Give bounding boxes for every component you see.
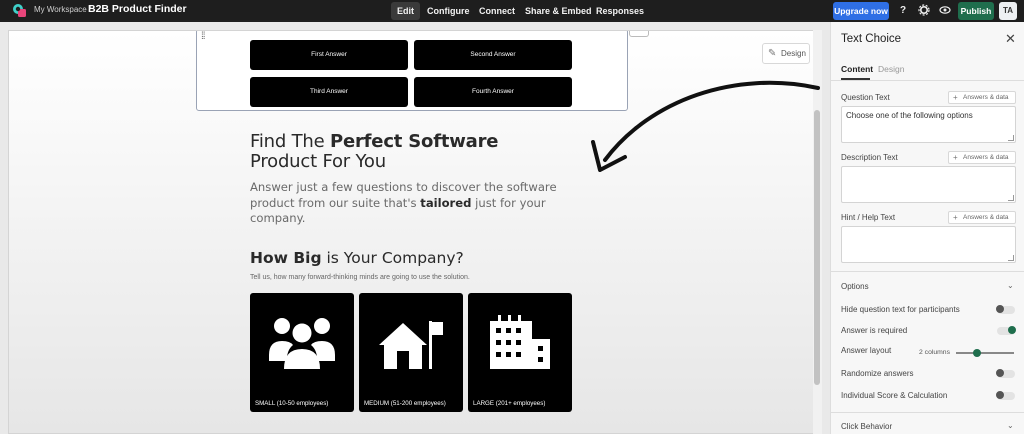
size-card-label: SMALL (10-50 employees) — [255, 400, 329, 407]
nav-configure[interactable]: Configure — [421, 2, 476, 20]
page-subheading: Answer just a few questions to discover … — [250, 180, 557, 225]
properties-panel: Text Choice ✕ Content Design Question Te… — [830, 22, 1024, 434]
hint-text-label: Hint / Help Text — [841, 213, 896, 222]
answer-layout-slider[interactable] — [956, 352, 1014, 354]
required-label: Answer is required — [841, 326, 908, 335]
block-toolbar-tab[interactable] — [629, 31, 649, 37]
size-card-label: MEDIUM (51-200 employees) — [364, 400, 446, 407]
avatar[interactable]: TA — [999, 2, 1017, 20]
question-text-label: Question Text — [841, 93, 890, 102]
tab-design[interactable]: Design — [878, 64, 904, 74]
section-divider — [831, 412, 1024, 413]
question-title[interactable]: How Big is Your Company? — [250, 249, 464, 267]
app-logo-icon[interactable] — [12, 3, 28, 19]
answer-layout-value: 2 columns — [919, 349, 950, 356]
chevron-down-icon[interactable]: ⌄ — [1007, 281, 1014, 290]
top-bar: My Workspace / B2B Product Finder Edit C… — [0, 0, 1024, 22]
tab-content[interactable]: Content — [841, 64, 873, 74]
score-toggle[interactable] — [996, 391, 1015, 400]
pencil-icon: ✎ — [768, 48, 777, 59]
hint-text-input[interactable] — [841, 226, 1016, 263]
gear-icon[interactable] — [917, 4, 931, 18]
upgrade-button[interactable]: Upgrade now — [833, 2, 889, 20]
size-card-large[interactable]: LARGE (201+ employees) — [468, 293, 572, 412]
answer-button[interactable]: First Answer — [250, 40, 408, 70]
nav-share-embed[interactable]: Share & Embed — [519, 2, 598, 20]
house-flag-icon — [379, 321, 443, 369]
score-label: Individual Score & Calculation — [841, 391, 948, 400]
description-text-label: Description Text — [841, 153, 898, 162]
people-group-icon — [269, 318, 335, 369]
size-card-label: LARGE (201+ employees) — [473, 400, 546, 407]
size-card-small[interactable]: SMALL (10-50 employees) — [250, 293, 354, 412]
building-icon — [490, 315, 550, 369]
chevron-down-icon[interactable]: ⌄ — [1007, 421, 1014, 430]
plus-icon: + — [953, 93, 958, 102]
answer-layout-label: Answer layout — [841, 346, 892, 355]
answer-button[interactable]: Third Answer — [250, 77, 408, 107]
randomize-toggle[interactable] — [996, 369, 1015, 378]
required-toggle[interactable] — [997, 326, 1016, 335]
answers-data-button[interactable]: + Answers & data — [948, 91, 1016, 104]
hide-question-label: Hide question text for participants — [841, 305, 960, 314]
design-button-label: Design — [781, 49, 806, 58]
nav-edit[interactable]: Edit — [391, 2, 420, 20]
tab-divider — [831, 80, 1024, 81]
question-text-input[interactable]: Choose one of the following options — [841, 106, 1016, 143]
panel-title: Text Choice — [841, 33, 902, 45]
plus-icon: + — [953, 213, 958, 222]
nav-connect[interactable]: Connect — [473, 2, 521, 20]
hide-question-toggle[interactable] — [996, 305, 1015, 314]
size-card-medium[interactable]: MEDIUM (51-200 employees) — [359, 293, 463, 412]
publish-button[interactable]: Publish — [958, 2, 994, 20]
page-headline: Find The Perfect Software Product For You — [250, 131, 499, 172]
section-divider — [831, 271, 1024, 272]
nav-responses[interactable]: Responses — [590, 2, 650, 20]
options-section-title[interactable]: Options — [841, 282, 869, 291]
answers-data-button[interactable]: + Answers & data — [948, 151, 1016, 164]
form-title[interactable]: B2B Product Finder — [88, 3, 187, 15]
design-button[interactable]: ✎ Design — [762, 43, 810, 64]
breadcrumb-workspace[interactable]: My Workspace / — [34, 5, 91, 14]
close-icon[interactable]: ✕ — [1005, 31, 1016, 47]
click-behavior-section-title[interactable]: Click Behavior — [841, 422, 892, 431]
eye-icon[interactable] — [938, 4, 952, 18]
answer-layout-slider-handle[interactable] — [973, 349, 981, 357]
question-help-text: Tell us, how many forward-thinking minds… — [250, 274, 470, 281]
randomize-label: Randomize answers — [841, 369, 914, 378]
active-tab-indicator — [841, 78, 870, 80]
drag-handle-icon[interactable]: ⁞⁞ — [201, 32, 209, 46]
answers-data-button[interactable]: + Answers & data — [948, 211, 1016, 224]
answer-button[interactable]: Second Answer — [414, 40, 572, 70]
canvas-scrollbar-thumb[interactable] — [814, 110, 820, 385]
question-icon[interactable]: ? — [896, 4, 910, 18]
answer-button[interactable]: Fourth Answer — [414, 77, 572, 107]
form-canvas: ⁞⁞ First Answer Second Answer Third Answ… — [8, 30, 822, 434]
plus-icon: + — [953, 153, 958, 162]
description-text-input[interactable] — [841, 166, 1016, 203]
